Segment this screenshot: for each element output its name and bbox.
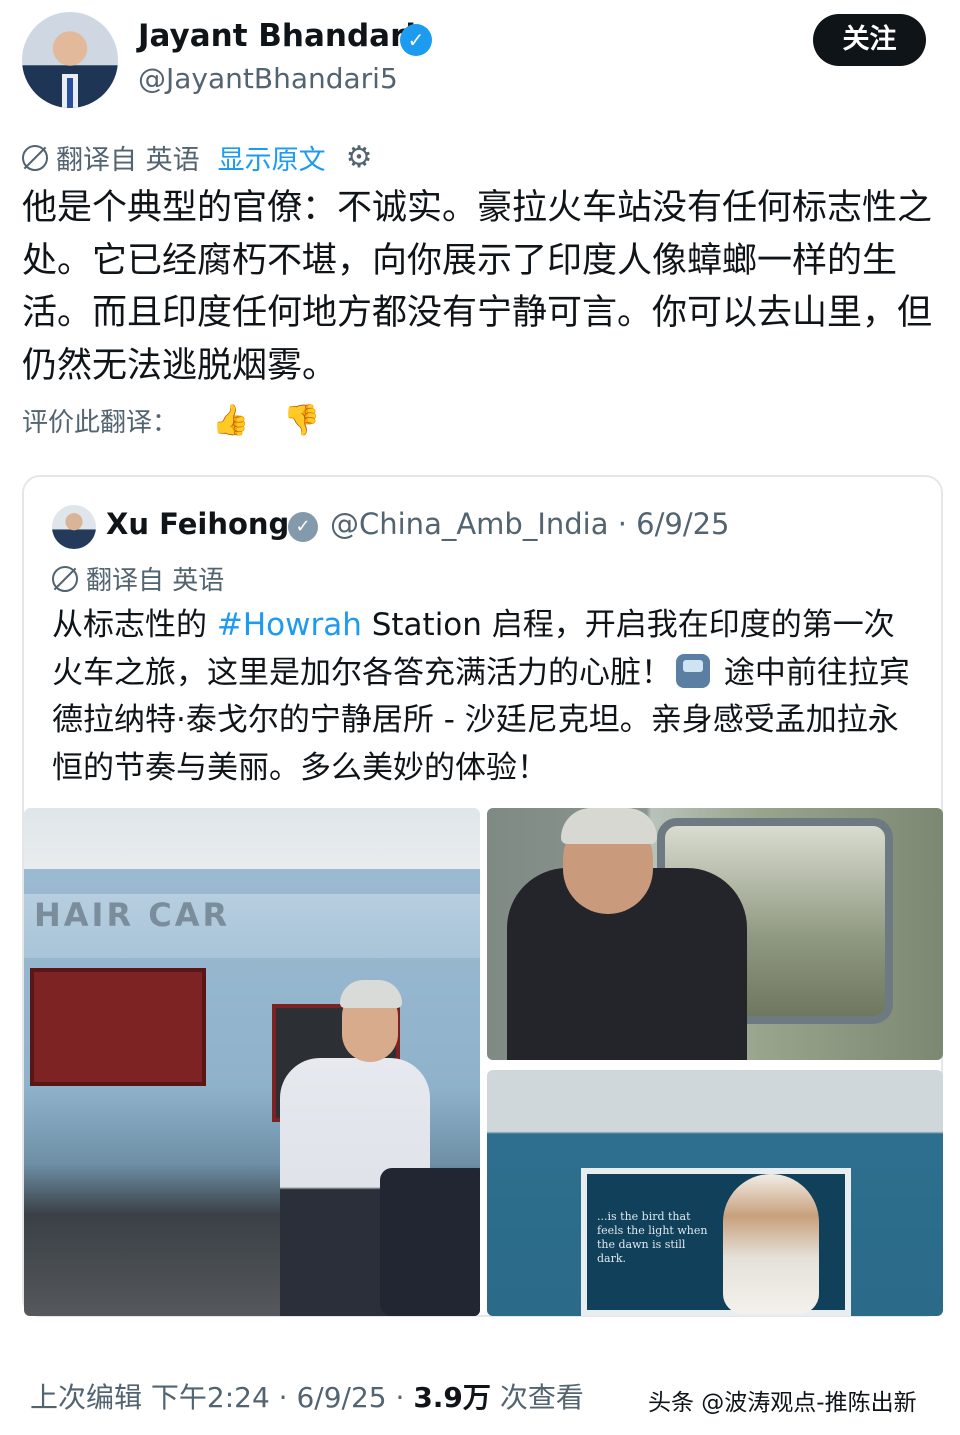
train-car-sign: HAIR CAR <box>34 896 231 934</box>
gear-icon[interactable]: ⚙ <box>346 140 373 175</box>
views-count: 3.9万 <box>413 1381 491 1414</box>
post-text: 他是个典型的官僚：不诚实。豪拉火车站没有任何标志性之处。它已经腐朽不堪，向你展示… <box>22 188 933 386</box>
translation-bar: 翻译自 英语 显示原文 ⚙ <box>22 138 373 177</box>
thumbs-down-icon[interactable]: 👎 <box>283 403 320 438</box>
author-avatar[interactable] <box>22 12 118 108</box>
person-hair <box>340 980 402 1008</box>
quoted-post-text: 从标志性的 #Howrah Station 启程，开启我在印度的第一次火车之旅，… <box>52 602 922 792</box>
author-handle[interactable]: @JayantBhandari5 <box>138 62 398 95</box>
person-hair <box>561 808 657 844</box>
author-name[interactable]: Jayant Bhandari <box>138 18 416 54</box>
hashtag-link[interactable]: #Howrah <box>217 607 362 643</box>
thumbs-up-icon[interactable]: 👍 <box>212 403 249 438</box>
translate-icon <box>22 144 48 171</box>
photo-platform[interactable]: HAIR CAR <box>24 808 480 1316</box>
quoted-translated-from: 翻译自 英语 <box>86 566 225 596</box>
quoted-text-before: 从标志性的 <box>52 607 217 643</box>
quoted-translation-bar: 翻译自 英语 <box>52 560 224 597</box>
photo-seated[interactable] <box>487 808 943 1060</box>
photo-tagore-poster[interactable]: ...is the bird that feels the light when… <box>487 1070 943 1316</box>
watermark: 头条 @波涛观点-推陈出新 <box>648 1390 917 1416</box>
quoted-author-avatar[interactable] <box>52 505 96 549</box>
poster-quote: ...is the bird that feels the light when… <box>597 1210 708 1265</box>
train-icon <box>676 653 710 688</box>
government-badge-icon: ✓ <box>288 512 318 542</box>
post-meta: 上次编辑 下午2:24 · 6/9/25 · 3.9万 次查看 <box>30 1376 584 1416</box>
verified-badge-icon: ✓ <box>400 24 432 56</box>
avatar-tie <box>67 78 73 108</box>
quoted-handle-date[interactable]: @China_Amb_India · 6/9/25 <box>330 507 730 541</box>
translated-from-label: 翻译自 英语 <box>56 145 200 176</box>
quoted-author-name[interactable]: Xu Feihong <box>106 507 289 541</box>
rate-translation-row: 评价此翻译： 👍 👎 <box>22 402 321 439</box>
jacket <box>380 1168 480 1316</box>
show-original-link[interactable]: 显示原文 <box>218 138 326 177</box>
views-label: 次查看 <box>490 1381 584 1414</box>
train-window <box>30 968 206 1086</box>
rate-translation-label: 评价此翻译： <box>22 408 179 438</box>
translate-icon <box>52 565 78 592</box>
edited-timestamp[interactable]: 上次编辑 下午2:24 · 6/9/25 · <box>30 1381 413 1414</box>
portrait <box>723 1174 819 1314</box>
follow-button[interactable]: 关注 <box>813 14 926 66</box>
